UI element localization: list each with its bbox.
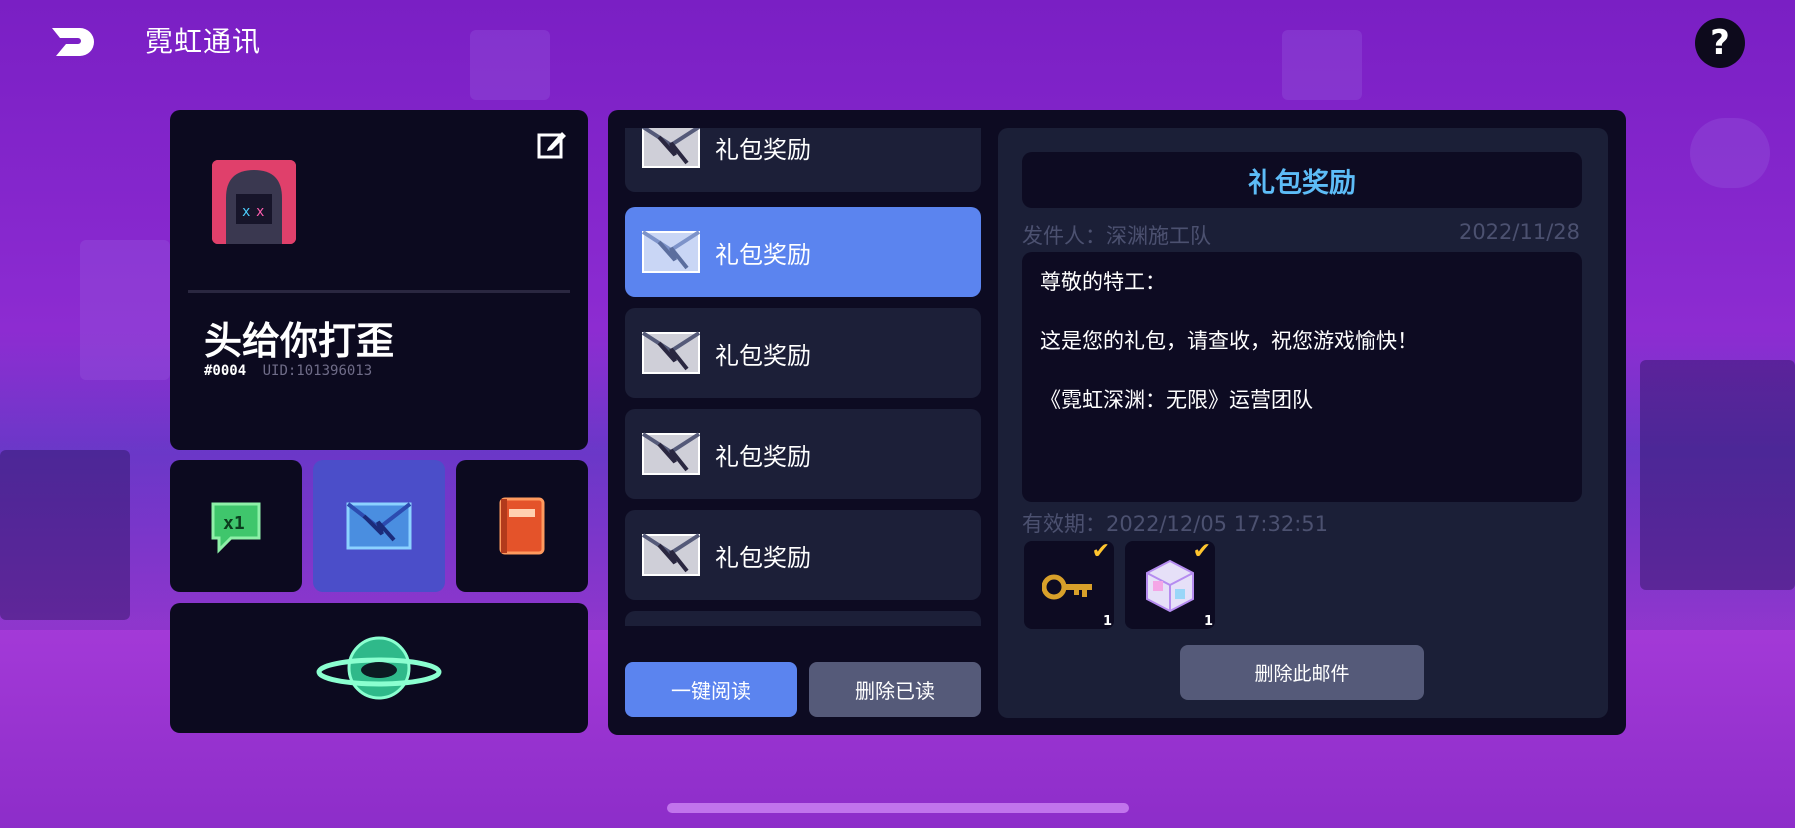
svg-text:x: x [242, 204, 250, 220]
gift-mail-icon [641, 128, 701, 168]
mail-item-label: 礼包奖励 [715, 442, 811, 471]
reward-count: 1 [1102, 614, 1112, 629]
player-nickname: 头给你打歪 [204, 319, 395, 363]
profile-divider [188, 290, 570, 293]
back-arrow-icon[interactable] [46, 22, 102, 62]
tab-mail[interactable] [313, 460, 445, 592]
claimed-check-icon: ✔ [1192, 539, 1211, 564]
read-all-button[interactable]: 一键阅读 [625, 662, 797, 717]
mail-item-partial[interactable] [625, 611, 981, 626]
gift-mail-icon [641, 432, 701, 475]
mail-item-label: 礼包奖励 [715, 543, 811, 572]
mail-envelope-icon [346, 502, 412, 550]
hooded-agent-icon: x x [212, 160, 296, 244]
background-building-left [0, 450, 130, 620]
tab-planet[interactable] [170, 603, 588, 733]
mail-list[interactable]: 礼包奖励 礼包奖励 礼包奖励 礼包奖励 礼包奖励 [625, 128, 981, 626]
reward-item[interactable]: ✔ 1 [1024, 539, 1114, 629]
player-uid: UID:101396013 [262, 363, 373, 379]
profile-card: x x 头给你打歪 #0004 UID:101396013 [170, 110, 588, 450]
claimed-check-icon: ✔ [1091, 539, 1110, 564]
reward-count: 1 [1203, 614, 1213, 629]
tab-notebook[interactable] [456, 460, 588, 592]
planet-icon [316, 636, 442, 700]
mail-body-greeting: 尊敬的特工： [1040, 270, 1166, 294]
mail-sender: 发件人：深渊施工队 [1022, 224, 1211, 248]
mail-item[interactable]: 礼包奖励 [625, 308, 981, 398]
avatar[interactable]: x x [212, 160, 296, 244]
key-icon [1042, 574, 1092, 600]
tab-social[interactable]: x1 [170, 460, 302, 592]
reward-item[interactable]: ✔ 1 [1125, 539, 1215, 629]
notebook-icon [499, 497, 545, 555]
svg-text:x: x [256, 204, 264, 220]
gift-mail-icon [641, 331, 701, 374]
page-title: 霓虹通讯 [145, 25, 262, 58]
mail-item-label: 礼包奖励 [715, 135, 811, 164]
mail-date: 2022/11/28 [1458, 220, 1580, 244]
background-mushroom [1690, 118, 1770, 188]
help-button[interactable]: ? [1695, 18, 1745, 68]
gift-mail-icon [641, 533, 701, 576]
home-indicator[interactable] [667, 803, 1129, 813]
svg-text:x1: x1 [223, 513, 245, 534]
player-tag: #0004 [204, 363, 247, 379]
gift-mail-icon [641, 230, 701, 273]
player-id-row: #0004 UID:101396013 [204, 363, 372, 379]
background-flag [80, 240, 170, 380]
background-building-right [1640, 360, 1795, 590]
mail-item-selected[interactable]: 礼包奖励 [625, 207, 981, 297]
mail-body-message: 这是您的礼包，请查收，祝您游戏愉快！ [1040, 329, 1418, 353]
mail-expiry: 有效期：2022/12/05 17:32:51 [1022, 512, 1329, 536]
crystal-cube-icon [1146, 559, 1194, 613]
mail-item[interactable]: 礼包奖励 [625, 128, 981, 192]
mail-item[interactable]: 礼包奖励 [625, 510, 981, 600]
delete-mail-button[interactable]: 删除此邮件 [1180, 645, 1424, 700]
mail-subject: 礼包奖励 [1022, 152, 1582, 208]
delete-read-button[interactable]: 删除已读 [809, 662, 981, 717]
chat-bubble-icon: x1 [211, 502, 261, 554]
mail-item-label: 礼包奖励 [715, 240, 811, 269]
edit-profile-icon[interactable] [536, 128, 568, 160]
mail-body-signature: 《霓虹深渊：无限》运营团队 [1040, 388, 1313, 412]
mail-item-label: 礼包奖励 [715, 341, 811, 370]
background-pillar-left [470, 30, 550, 100]
mail-body: 尊敬的特工： 这是您的礼包，请查收，祝您游戏愉快！ 《霓虹深渊：无限》运营团队 [1022, 252, 1582, 502]
mail-detail: 礼包奖励 发件人：深渊施工队 2022/11/28 尊敬的特工： 这是您的礼包，… [998, 128, 1608, 718]
mail-item[interactable]: 礼包奖励 [625, 409, 981, 499]
background-pillar-right [1282, 30, 1362, 100]
